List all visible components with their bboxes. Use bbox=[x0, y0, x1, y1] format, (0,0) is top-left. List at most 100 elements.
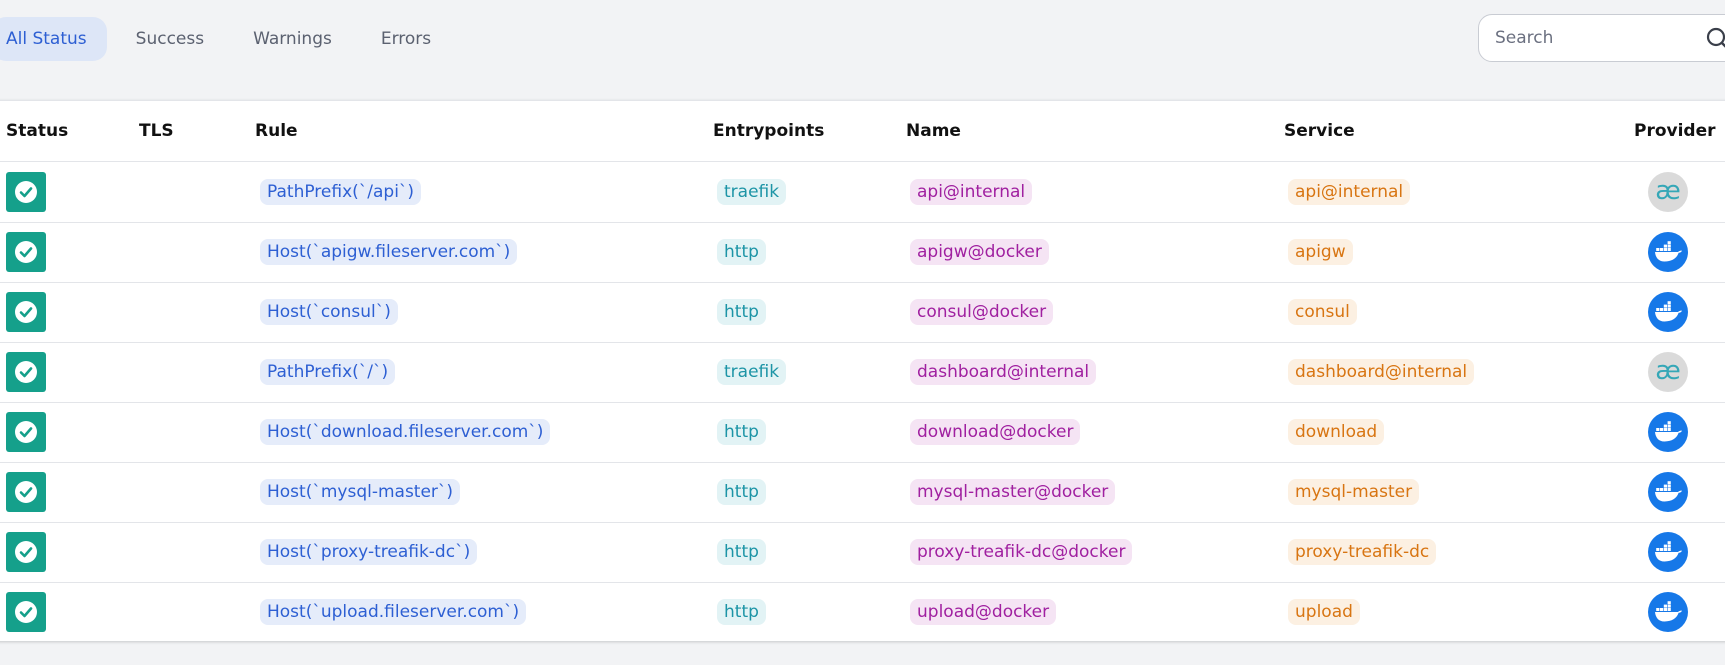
rule-pill: PathPrefix(`/api`) bbox=[260, 179, 422, 205]
docker-whale-glyph bbox=[1655, 481, 1682, 502]
tab-errors[interactable]: Errors bbox=[367, 17, 451, 61]
column-header-service[interactable]: Service bbox=[1284, 101, 1355, 161]
tab-success[interactable]: Success bbox=[122, 17, 224, 61]
table-row[interactable]: Host(`upload.fileserver.com`) http uploa… bbox=[0, 582, 1725, 642]
name-pill: dashboard@internal bbox=[910, 359, 1097, 385]
docker-whale-icon bbox=[1648, 292, 1688, 332]
docker-whale-icon bbox=[1648, 532, 1688, 572]
ae-icon: æ bbox=[1648, 172, 1688, 212]
column-header-name[interactable]: Name bbox=[906, 101, 961, 161]
routers-table: Status TLS Rule Entrypoints Name Service… bbox=[0, 100, 1725, 641]
service-pill: download bbox=[1288, 419, 1385, 445]
service-pill: proxy-treafik-dc bbox=[1288, 539, 1437, 565]
status-cell bbox=[6, 342, 46, 402]
status-badge bbox=[6, 412, 46, 452]
table-row[interactable]: Host(`download.fileserver.com`) http dow… bbox=[0, 402, 1725, 463]
table-row[interactable]: Host(`apigw.fileserver.com`) http apigw@… bbox=[0, 222, 1725, 283]
entrypoints-cell: http bbox=[717, 402, 766, 462]
service-pill: mysql-master bbox=[1288, 479, 1420, 505]
name-cell: apigw@docker bbox=[910, 222, 1049, 282]
routers-page: All Status Success Warnings Errors Statu… bbox=[0, 0, 1725, 665]
entrypoints-cell: http bbox=[717, 582, 766, 642]
status-badge bbox=[6, 232, 46, 272]
entrypoints-cell: traefik bbox=[717, 162, 787, 222]
service-pill: consul bbox=[1288, 299, 1357, 325]
column-header-rule[interactable]: Rule bbox=[255, 101, 298, 161]
table-row[interactable]: Host(`mysql-master`) http mysql-master@d… bbox=[0, 462, 1725, 523]
docker-whale-glyph bbox=[1655, 301, 1682, 322]
status-badge bbox=[6, 472, 46, 512]
table-header: Status TLS Rule Entrypoints Name Service… bbox=[0, 101, 1725, 162]
provider-cell bbox=[1648, 282, 1688, 342]
service-cell: apigw bbox=[1288, 222, 1353, 282]
rule-cell: Host(`upload.fileserver.com`) bbox=[260, 582, 527, 642]
docker-whale-icon bbox=[1648, 472, 1688, 512]
name-cell: upload@docker bbox=[910, 582, 1057, 642]
entrypoint-pill: http bbox=[717, 419, 766, 445]
column-header-tls[interactable]: TLS bbox=[139, 101, 174, 161]
tab-all-status[interactable]: All Status bbox=[0, 17, 107, 61]
name-pill: consul@docker bbox=[910, 299, 1054, 325]
status-badge bbox=[6, 592, 46, 632]
entrypoints-cell: http bbox=[717, 522, 766, 582]
provider-cell bbox=[1648, 402, 1688, 462]
name-pill: download@docker bbox=[910, 419, 1081, 445]
check-circle-icon bbox=[15, 241, 37, 263]
check-circle-icon bbox=[15, 481, 37, 503]
rule-cell: Host(`download.fileserver.com`) bbox=[260, 402, 551, 462]
provider-cell bbox=[1648, 462, 1688, 522]
search-input[interactable] bbox=[1493, 27, 1697, 49]
status-cell bbox=[6, 522, 46, 582]
service-pill: api@internal bbox=[1288, 179, 1411, 205]
check-circle-icon bbox=[15, 541, 37, 563]
provider-cell bbox=[1648, 522, 1688, 582]
column-header-provider[interactable]: Provider bbox=[1634, 101, 1716, 161]
entrypoint-pill: http bbox=[717, 539, 766, 565]
table-row[interactable]: PathPrefix(`/`) traefik dashboard@intern… bbox=[0, 342, 1725, 403]
name-pill: api@internal bbox=[910, 179, 1033, 205]
entrypoint-pill: http bbox=[717, 479, 766, 505]
entrypoint-pill: http bbox=[717, 299, 766, 325]
check-circle-icon bbox=[15, 361, 37, 383]
provider-glyph: æ bbox=[1655, 176, 1681, 206]
table-row[interactable]: Host(`proxy-treafik-dc`) http proxy-trea… bbox=[0, 522, 1725, 583]
search-box[interactable] bbox=[1478, 14, 1725, 62]
entrypoint-pill: http bbox=[717, 239, 766, 265]
docker-whale-glyph bbox=[1655, 421, 1682, 442]
provider-cell bbox=[1648, 582, 1688, 642]
check-circle-icon bbox=[15, 181, 37, 203]
docker-whale-glyph bbox=[1655, 541, 1682, 562]
provider-cell: æ bbox=[1648, 342, 1688, 402]
entrypoints-cell: http bbox=[717, 282, 766, 342]
status-cell bbox=[6, 222, 46, 282]
name-cell: consul@docker bbox=[910, 282, 1054, 342]
rule-cell: PathPrefix(`/`) bbox=[260, 342, 396, 402]
status-badge bbox=[6, 292, 46, 332]
name-cell: download@docker bbox=[910, 402, 1081, 462]
name-cell: api@internal bbox=[910, 162, 1033, 222]
service-cell: download bbox=[1288, 402, 1385, 462]
ae-icon: æ bbox=[1648, 352, 1688, 392]
provider-glyph: æ bbox=[1655, 356, 1681, 386]
rule-cell: Host(`apigw.fileserver.com`) bbox=[260, 222, 518, 282]
tab-warnings[interactable]: Warnings bbox=[239, 17, 352, 61]
service-cell: upload bbox=[1288, 582, 1360, 642]
name-pill: upload@docker bbox=[910, 599, 1057, 625]
entrypoint-pill: traefik bbox=[717, 359, 787, 385]
column-header-status[interactable]: Status bbox=[6, 101, 68, 161]
service-pill: apigw bbox=[1288, 239, 1353, 265]
check-circle-icon bbox=[15, 601, 37, 623]
provider-cell: æ bbox=[1648, 162, 1688, 222]
name-pill: proxy-treafik-dc@docker bbox=[910, 539, 1133, 565]
name-pill: mysql-master@docker bbox=[910, 479, 1116, 505]
table-row[interactable]: PathPrefix(`/api`) traefik api@internal … bbox=[0, 162, 1725, 223]
docker-whale-icon bbox=[1648, 592, 1688, 632]
service-pill: dashboard@internal bbox=[1288, 359, 1475, 385]
search-icon[interactable] bbox=[1705, 26, 1725, 52]
status-cell bbox=[6, 162, 46, 222]
name-cell: proxy-treafik-dc@docker bbox=[910, 522, 1133, 582]
rule-cell: Host(`mysql-master`) bbox=[260, 462, 461, 522]
table-row[interactable]: Host(`consul`) http consul@docker consul bbox=[0, 282, 1725, 343]
status-cell bbox=[6, 462, 46, 522]
column-header-entrypoints[interactable]: Entrypoints bbox=[713, 101, 824, 161]
